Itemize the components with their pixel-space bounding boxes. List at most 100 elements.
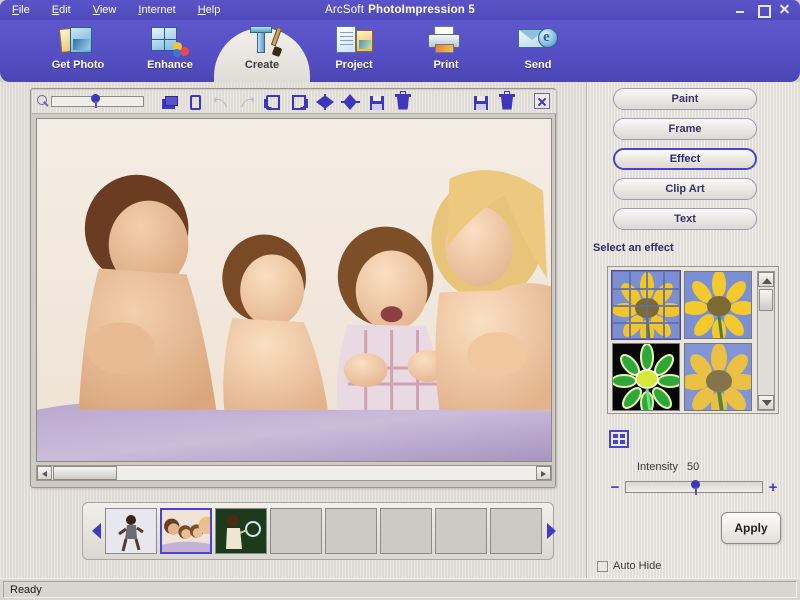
apply-button-label: Apply [734, 521, 767, 535]
effect-thumbnail-list [607, 266, 779, 414]
intensity-label-row: Intensity 50 [637, 461, 699, 473]
list-item[interactable] [435, 508, 487, 554]
original-effect-preview [685, 272, 752, 339]
panel-button-clip-art[interactable]: Clip Art [613, 178, 757, 200]
neon-effect-preview [613, 344, 680, 411]
layers-icon[interactable] [157, 91, 181, 113]
list-item[interactable] [215, 508, 267, 554]
scroll-thumb[interactable] [759, 289, 773, 311]
filmstrip-next-icon[interactable] [542, 511, 560, 551]
flip-horizontal-icon[interactable] [313, 91, 337, 113]
intensity-increase-button[interactable]: + [767, 480, 779, 495]
intensity-value: 50 [687, 461, 699, 473]
scroll-up-icon[interactable] [758, 272, 774, 287]
window-controls [734, 3, 791, 16]
image-canvas[interactable] [36, 118, 552, 462]
effect-list-scrollbar[interactable] [757, 271, 775, 411]
scroll-down-icon[interactable] [758, 395, 774, 410]
intensity-decrease-button[interactable]: − [609, 480, 621, 495]
thumbnail-girl-bubbles [216, 509, 267, 554]
intensity-slider-track[interactable] [625, 481, 763, 493]
filmstrip [82, 502, 554, 560]
panel-section-label: Select an effect [593, 242, 674, 254]
delete-icon[interactable] [391, 91, 415, 113]
menu-item-file[interactable]: File [8, 2, 34, 18]
nav-tab-print[interactable]: Print [400, 20, 492, 82]
rotate-left-icon[interactable] [261, 91, 285, 113]
panel-button-label: Clip Art [665, 183, 704, 195]
scroll-right-icon[interactable] [536, 466, 551, 480]
minimize-icon[interactable] [734, 3, 747, 16]
panel-button-paint[interactable]: Paint [613, 88, 757, 110]
thumbnail-family-beach [162, 510, 212, 554]
menu-item-help[interactable]: Help [194, 2, 225, 18]
auto-hide-row[interactable]: Auto Hide [597, 560, 661, 572]
menu-item-edit[interactable]: Edit [48, 2, 75, 18]
save-as-icon[interactable] [469, 91, 493, 113]
list-item[interactable] [325, 508, 377, 554]
status-message: Ready [3, 581, 797, 598]
thumbnail-child-running [106, 509, 157, 554]
list-item[interactable] [160, 508, 212, 554]
rotate-right-icon[interactable] [287, 91, 311, 113]
title-brand: ArcSoft [325, 4, 364, 16]
nav-tab-enhance[interactable]: Enhance [124, 20, 216, 82]
effect-thumbnail-grid [612, 271, 752, 411]
workspace [0, 82, 586, 578]
undo-icon[interactable] [209, 91, 233, 113]
title-product: PhotoImpression 5 [368, 4, 475, 16]
nav-tab-send[interactable]: Send [492, 20, 584, 82]
apply-button[interactable]: Apply [721, 512, 781, 544]
zoom-slider[interactable] [36, 92, 144, 112]
scroll-left-icon[interactable] [37, 466, 52, 480]
panel-button-label: Paint [672, 93, 699, 105]
effect-thumb-mosaic[interactable] [612, 271, 680, 339]
project-icon [334, 24, 374, 58]
menu-item-internet[interactable]: Internet [134, 2, 179, 18]
printer-icon [426, 24, 466, 58]
title-bar: ArcSoft PhotoImpression 5 File Edit View… [0, 0, 800, 20]
image-editor-window [30, 88, 556, 488]
paintbrush-icon [242, 24, 282, 58]
mosaic-effect-preview [613, 272, 680, 339]
close-image-icon[interactable] [534, 93, 550, 109]
grid-view-icon[interactable] [609, 430, 629, 448]
zoom-track[interactable] [51, 96, 144, 107]
list-item[interactable] [490, 508, 542, 554]
save-icon[interactable] [365, 91, 389, 113]
filmstrip-prev-icon[interactable] [87, 511, 105, 551]
intensity-slider-knob[interactable] [691, 480, 700, 495]
zoom-knob[interactable] [91, 94, 100, 108]
list-item[interactable] [380, 508, 432, 554]
menu-item-view[interactable]: View [89, 2, 121, 18]
crop-icon[interactable] [183, 91, 207, 113]
scroll-thumb[interactable] [53, 466, 117, 480]
zoom-magnifier-icon [36, 95, 49, 109]
intensity-label: Intensity [637, 461, 678, 473]
trash-icon[interactable] [495, 91, 519, 113]
email-globe-icon [518, 24, 558, 58]
panel-button-label: Text [674, 213, 696, 225]
list-item[interactable] [270, 508, 322, 554]
panel-button-text[interactable]: Text [613, 208, 757, 230]
canvas-horizontal-scrollbar[interactable] [36, 465, 552, 481]
nav-tab-get-photo[interactable]: Get Photo [32, 20, 124, 82]
application-window: ArcSoft PhotoImpression 5 File Edit View… [0, 0, 800, 600]
auto-hide-checkbox[interactable] [597, 561, 608, 572]
effect-thumb-soft[interactable] [684, 343, 752, 411]
status-bar: Ready [0, 578, 800, 600]
panel-button-frame[interactable]: Frame [613, 118, 757, 140]
nav-tab-create[interactable]: Create [216, 20, 308, 82]
editor-toolbar [32, 90, 556, 114]
nav-tab-project[interactable]: Project [308, 20, 400, 82]
enhance-icon [150, 24, 190, 58]
tools-panel: Paint Frame Effect Clip Art Text Select … [586, 82, 800, 578]
flip-vertical-icon[interactable] [339, 91, 363, 113]
close-icon[interactable] [778, 3, 791, 16]
effect-thumb-original[interactable] [684, 271, 752, 339]
list-item[interactable] [105, 508, 157, 554]
effect-thumb-neon[interactable] [612, 343, 680, 411]
panel-button-effect[interactable]: Effect [613, 148, 757, 170]
maximize-icon[interactable] [756, 3, 769, 16]
redo-icon[interactable] [235, 91, 259, 113]
